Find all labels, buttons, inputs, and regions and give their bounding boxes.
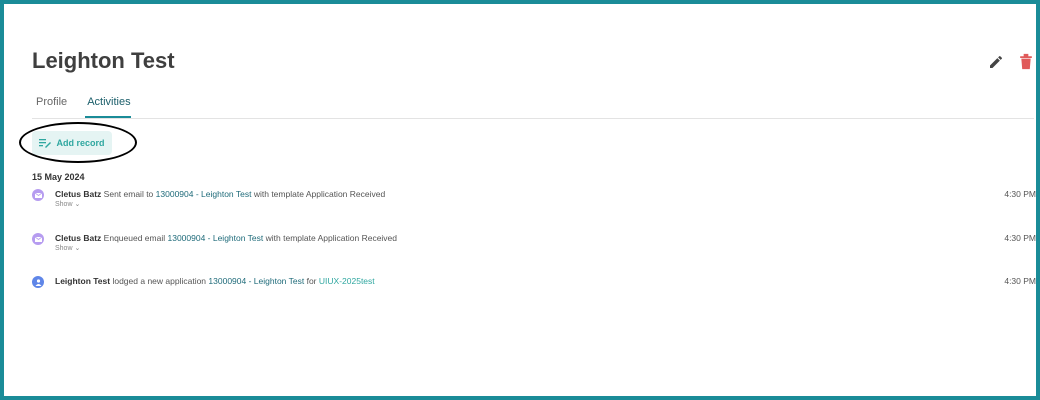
activity-text: Cletus Batz Sent email to 13000904 - Lei… (55, 189, 385, 199)
add-record-icon (39, 139, 52, 148)
activity-verb: Enqueued email (103, 233, 166, 243)
activity-time: 4:30 PM (1004, 233, 1036, 243)
activity-detail: with template Application Received (265, 233, 398, 243)
activity-actor: Leighton Test (55, 276, 111, 286)
activity-detail: for (306, 276, 317, 286)
activity-item: Cletus Batz Sent email to 13000904 - Lei… (32, 189, 1036, 215)
tab-bar: Profile Activities (32, 96, 149, 118)
application-link[interactable]: 13000904 - Leighton Test (156, 189, 252, 199)
date-group-label: 15 May 2024 (32, 172, 85, 182)
person-icon (32, 276, 44, 288)
activity-item: Cletus Batz Enqueued email 13000904 - Le… (32, 233, 1036, 259)
tab-divider (32, 118, 1034, 119)
show-label: Show (55, 201, 73, 208)
activity-text: Leighton Test lodged a new application 1… (55, 276, 375, 286)
page-title: Leighton Test (32, 48, 175, 73)
tab-activities[interactable]: Activities (85, 96, 131, 118)
email-icon (32, 189, 44, 201)
app-window: Leighton Test Profile Activities Add rec… (0, 0, 1040, 400)
chevron-down-icon: ⌄ (74, 245, 81, 252)
activity-text: Cletus Batz Enqueued email 13000904 - Le… (55, 233, 397, 243)
activity-detail: with template Application Received (253, 189, 386, 199)
activity-time: 4:30 PM (1004, 276, 1036, 286)
show-toggle[interactable]: Show ⌄ (55, 200, 80, 208)
show-label: Show (55, 245, 73, 252)
application-link[interactable]: 13000904 - Leighton Test (208, 276, 304, 286)
activity-actor: Cletus Batz (55, 189, 102, 199)
email-icon (32, 233, 44, 245)
application-link[interactable]: 13000904 - Leighton Test (167, 233, 263, 243)
activity-verb: Sent email to (103, 189, 154, 199)
activity-time: 4:30 PM (1004, 189, 1036, 199)
activity-actor: Cletus Batz (55, 233, 102, 243)
activity-verb: lodged a new application (112, 276, 207, 286)
delete-trash-icon[interactable] (1019, 53, 1033, 70)
project-link[interactable]: UIUX-2025test (319, 276, 375, 286)
edit-pencil-icon[interactable] (988, 54, 1004, 70)
show-toggle[interactable]: Show ⌄ (55, 244, 80, 252)
tab-profile[interactable]: Profile (32, 96, 67, 118)
activity-item: Leighton Test lodged a new application 1… (32, 276, 1036, 302)
add-record-button[interactable]: Add record (32, 131, 112, 155)
chevron-down-icon: ⌄ (74, 201, 81, 208)
add-record-label: Add record (56, 138, 105, 148)
